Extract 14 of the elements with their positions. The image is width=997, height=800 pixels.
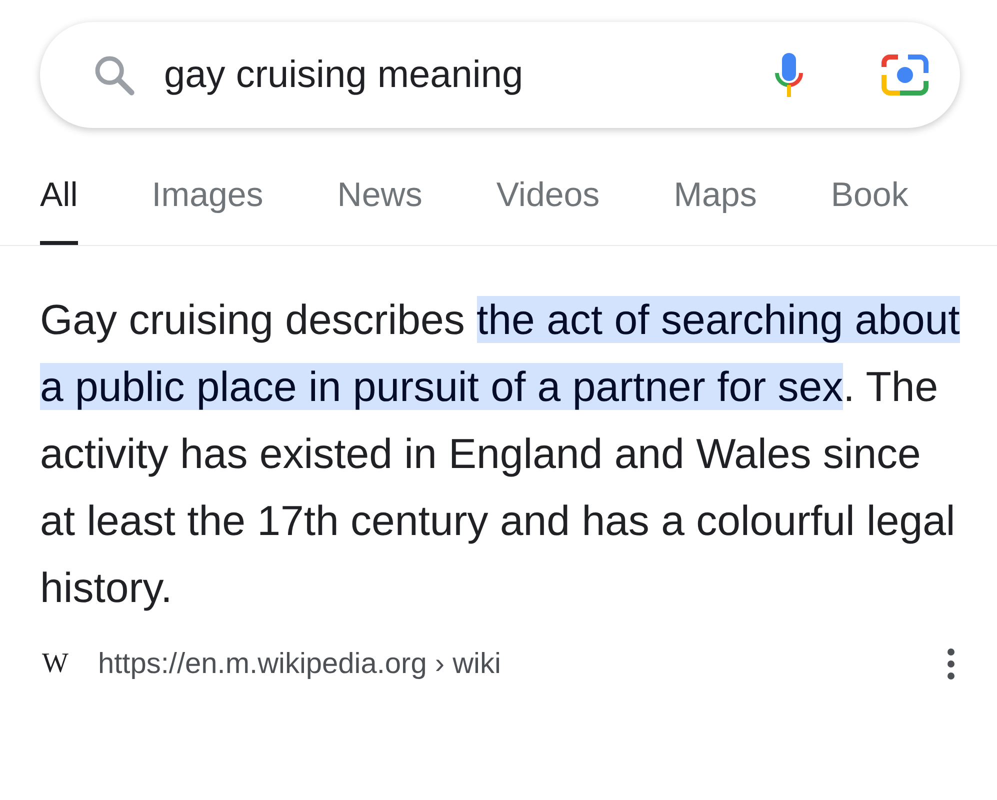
tab[interactable]: Maps xyxy=(674,175,757,245)
result-snippet: Gay cruising describes the act of searching about a public place in pursuit of a partner for sex. The activity has existed in England and Wales since at least the 17th century and has a colourful legal history. xyxy=(40,295,960,613)
result-url[interactable]: https://en.m.wikipedia.org › wiki xyxy=(98,648,946,680)
tab[interactable]: Images xyxy=(152,175,264,245)
tab[interactable]: Videos xyxy=(496,175,600,245)
camera-icon[interactable] xyxy=(880,53,930,97)
search-query[interactable]: gay cruising meaning xyxy=(164,54,774,96)
more-icon[interactable] xyxy=(946,647,956,681)
search-bar[interactable]: gay cruising meaning xyxy=(40,22,960,128)
wikipedia-icon: W xyxy=(42,648,82,680)
tab[interactable]: News xyxy=(337,175,422,245)
microphone-icon[interactable] xyxy=(774,51,804,99)
tab[interactable]: All xyxy=(40,175,78,245)
tab[interactable]: Book xyxy=(830,175,908,245)
